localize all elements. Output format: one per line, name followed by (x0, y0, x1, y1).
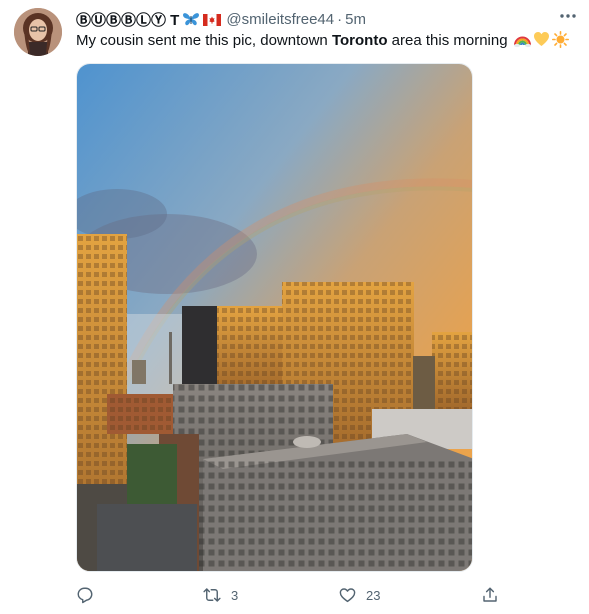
butterfly-emoji-icon (182, 11, 200, 27)
separator-dot: · (337, 10, 343, 28)
canada-flag-icon (203, 13, 222, 27)
like-count: 23 (366, 587, 381, 603)
like-button[interactable]: 23 (338, 584, 380, 606)
retweet-count: 3 (231, 587, 239, 603)
like-icon (339, 588, 356, 603)
retweet-button[interactable]: 3 (202, 584, 238, 606)
tweet-actions: 3 23 (76, 584, 506, 606)
avatar[interactable] (14, 8, 62, 56)
tweet-text-start: My cousin sent me this pic, downtown (76, 32, 332, 49)
yellow-heart-emoji-icon (533, 31, 550, 48)
tweet-text-bold: Toronto (331, 32, 388, 49)
retweet-icon (203, 588, 221, 602)
tweet-header: ⒷⓊⒷⒷⓁⓎ T @smileitsfree44 · 5m (76, 9, 545, 29)
share-icon (483, 587, 497, 602)
reply-icon (77, 587, 93, 604)
tweet-text-end: area this morning (387, 32, 508, 49)
rainbow-emoji-icon (513, 31, 531, 48)
downtown-toronto-rainbow-photo (77, 64, 472, 571)
tweet-photo[interactable] (76, 63, 473, 572)
sun-emoji-icon (551, 31, 569, 49)
user-handle[interactable]: @smileitsfree44 (226, 11, 334, 28)
more-options-icon[interactable] (557, 8, 579, 24)
tweet-text: My cousin sent me this pic, downtown Tor… (76, 31, 575, 51)
display-name[interactable]: ⒷⓊⒷⒷⓁⓎ T (76, 9, 179, 30)
timestamp[interactable]: 5m (345, 11, 366, 28)
tweet: ⒷⓊⒷⒷⓁⓎ T @smileitsfree44 · 5m My cousin … (0, 0, 589, 614)
share-button[interactable] (481, 584, 499, 606)
reply-button[interactable] (76, 584, 103, 606)
